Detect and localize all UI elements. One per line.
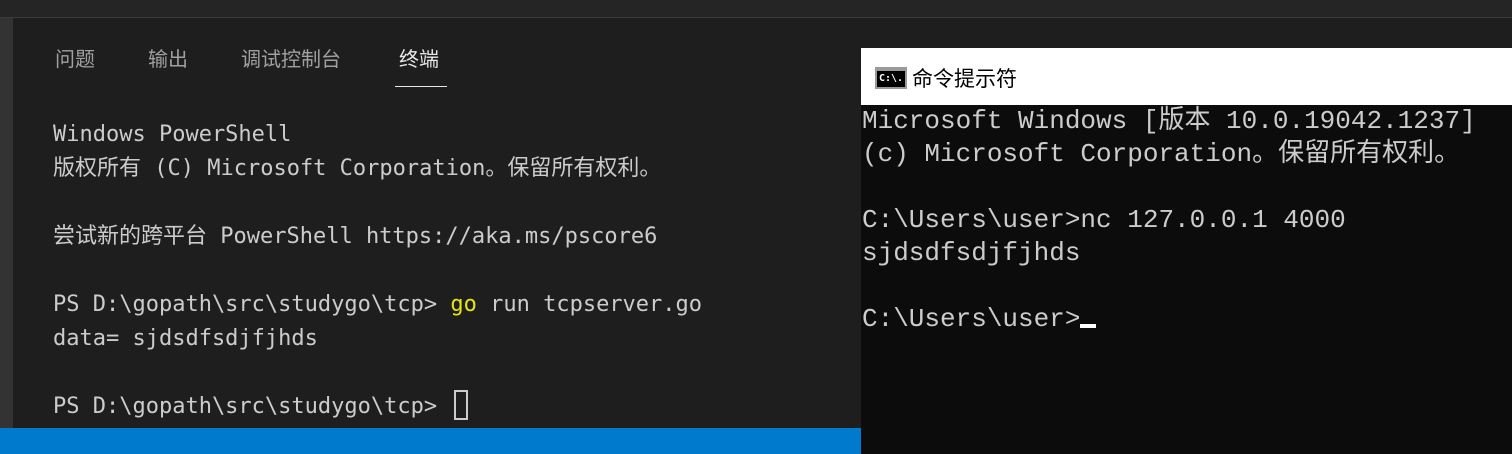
- terminal-prompt: PS D:\gopath\src\studygo\tcp>: [53, 292, 451, 317]
- console-prompt: C:\Users\user>: [862, 304, 1081, 334]
- terminal-prompt-line: PS D:\gopath\src\studygo\tcp>: [53, 390, 858, 424]
- editor-top-strip: [0, 0, 1512, 18]
- console-line: C:\Users\user>nc 127.0.0.1 4000: [862, 205, 1346, 235]
- command-keyword: go: [450, 292, 477, 317]
- terminal-prompt: PS D:\gopath\src\studygo\tcp>: [53, 394, 451, 419]
- terminal-cursor: [454, 390, 469, 420]
- terminal-line: 尝试新的跨平台 PowerShell https://aka.ms/pscore…: [53, 224, 658, 249]
- terminal-output[interactable]: Windows PowerShell 版权所有 (C) Microsoft Co…: [53, 118, 858, 423]
- cmd-app-icon: C:\.: [875, 67, 907, 89]
- console-line: sjdsdfsdjfjhds: [862, 238, 1081, 268]
- tab-output[interactable]: 输出: [148, 43, 188, 72]
- tab-debug-console[interactable]: 调试控制台: [241, 43, 341, 72]
- panel-tab-bar: 问题 输出 调试控制台 终端: [13, 19, 863, 89]
- terminal-line: data= sjdsdfsdjfjhds: [53, 326, 318, 351]
- console-line: Microsoft Windows [版本 10.0.19042.1237]: [862, 106, 1476, 136]
- activity-bar-edge: [0, 18, 13, 428]
- command-args: run tcpserver.go: [476, 292, 703, 317]
- console-line: (c) Microsoft Corporation。保留所有权利。: [862, 139, 1461, 169]
- cmd-console-output[interactable]: Microsoft Windows [版本 10.0.19042.1237] (…: [862, 105, 1512, 454]
- console-prompt-line: C:\Users\user>: [862, 303, 1512, 336]
- cmd-window[interactable]: C:\. 命令提示符 Microsoft Windows [版本 10.0.19…: [861, 48, 1512, 454]
- terminal-command-line: PS D:\gopath\src\studygo\tcp> go run tcp…: [53, 288, 858, 322]
- console-cursor: [1080, 324, 1097, 328]
- cmd-titlebar[interactable]: C:\. 命令提示符: [861, 48, 1512, 105]
- active-tab-indicator: [395, 86, 447, 87]
- tab-problems[interactable]: 问题: [55, 43, 95, 72]
- terminal-line: Windows PowerShell: [53, 122, 292, 147]
- terminal-line: 版权所有 (C) Microsoft Corporation。保留所有权利。: [53, 156, 662, 181]
- tab-terminal[interactable]: 终端: [399, 43, 439, 72]
- window-title: 命令提示符: [912, 67, 1017, 91]
